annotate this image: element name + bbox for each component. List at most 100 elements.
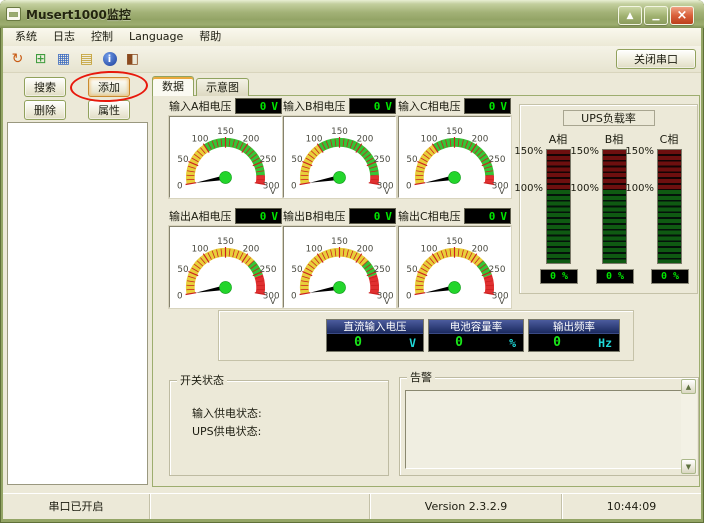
status-spacer — [151, 494, 370, 519]
svg-text:200: 200 — [357, 135, 374, 145]
svg-text:200: 200 — [472, 245, 489, 255]
load-bar-meter: 150% 100% — [602, 149, 627, 264]
search-button[interactable]: 搜索 — [24, 77, 66, 97]
app-window: Musert1000监控 ▲ ▁ × 系统 日志 控制 Language 帮助 … — [0, 0, 704, 523]
load-value-lcd: 0 % — [651, 269, 689, 284]
svg-text:250: 250 — [489, 155, 506, 165]
menu-system[interactable]: 系统 — [7, 28, 45, 46]
svg-text:V: V — [270, 186, 276, 196]
svg-text:V: V — [384, 186, 390, 196]
scroll-down-icon[interactable]: ▼ — [681, 459, 696, 474]
close-button[interactable]: × — [670, 6, 694, 25]
alarm-textarea[interactable] — [405, 390, 693, 469]
svg-text:0: 0 — [291, 181, 297, 191]
gauge-label: 输出B相电压 — [283, 208, 349, 224]
gauge-output-phase-a: 输出A相电压 0V 050100150200250300V — [169, 208, 282, 308]
svg-text:0: 0 — [177, 181, 183, 191]
svg-text:200: 200 — [243, 245, 260, 255]
report-icon[interactable]: ▤ — [76, 49, 97, 70]
dc-input-voltage-display: 直流输入电压 0V — [326, 319, 424, 352]
svg-text:150: 150 — [446, 237, 463, 247]
menu-language[interactable]: Language — [121, 28, 191, 46]
svg-text:250: 250 — [260, 155, 277, 165]
svg-text:V: V — [499, 296, 505, 306]
alarm-group: 告警 ▲ ▼ — [399, 377, 699, 476]
toolbar: ↻ ⊞ ▦ ▤ i ◧ 关闭串口 — [3, 46, 701, 73]
scroll-up-icon[interactable]: ▲ — [681, 379, 696, 394]
client-area: 系统 日志 控制 Language 帮助 ↻ ⊞ ▦ ▤ i ◧ 关闭串口 搜索… — [3, 28, 701, 519]
svg-text:0: 0 — [177, 291, 183, 301]
gauge-label: 输出C相电压 — [398, 208, 464, 224]
data-table-icon[interactable]: ▦ — [53, 49, 74, 70]
svg-text:150: 150 — [331, 127, 348, 137]
gauge-label: 输入C相电压 — [398, 98, 464, 114]
gauge-value-lcd: 0V — [235, 98, 282, 114]
gauge-value-lcd: 0V — [235, 208, 282, 224]
info-icon[interactable]: i — [99, 49, 120, 70]
svg-text:150: 150 — [331, 237, 348, 247]
gauge-value-lcd: 0V — [349, 98, 396, 114]
gauge-input-phase-b: 输入B相电压 0V 050100150200250300V — [283, 98, 396, 198]
maximize-button[interactable]: ▲ — [618, 6, 642, 25]
bar-red-zone — [658, 150, 681, 190]
gauge-label: 输入B相电压 — [283, 98, 349, 114]
tab-bar: 数据 示意图 — [152, 76, 251, 96]
add-button[interactable]: 添加 — [88, 77, 130, 97]
svg-text:100: 100 — [421, 135, 438, 145]
svg-text:250: 250 — [374, 155, 391, 165]
svg-text:250: 250 — [489, 265, 506, 275]
close-serial-button[interactable]: 关闭串口 — [616, 49, 696, 69]
properties-button[interactable]: 属性 — [88, 100, 130, 120]
load-value-lcd: 0 % — [540, 269, 578, 284]
serial-status: 串口已开启 — [3, 494, 150, 519]
gauge-input-phase-a: 输入A相电压 0V 050100150200250300V — [169, 98, 282, 198]
load-bar-phase-c: C相 150% 100% 0 % — [635, 131, 693, 284]
gauge-dial: 050100150200250300V — [284, 227, 395, 307]
svg-text:50: 50 — [291, 265, 302, 275]
gauge-value-lcd: 0V — [464, 98, 511, 114]
input-supply-status-row: 输入供电状态: — [192, 405, 388, 423]
tab-data[interactable]: 数据 — [152, 76, 194, 96]
gauge-label: 输出A相电压 — [169, 208, 235, 224]
svg-text:0: 0 — [291, 291, 297, 301]
gauge-dial: 050100150200250300V — [284, 117, 395, 197]
phase-label: B相 — [600, 131, 628, 145]
alarm-scrollbar[interactable]: ▲ ▼ — [681, 379, 697, 474]
bar-red-zone — [547, 150, 570, 190]
svg-text:200: 200 — [243, 135, 260, 145]
gauge-value-lcd: 0V — [349, 208, 396, 224]
status-bar: 串口已开启 Version 2.3.2.9 10:44:09 — [3, 493, 701, 519]
measurement-panel: 直流输入电压 0V 电池容量率 0% 输出频率 0Hz — [218, 310, 634, 361]
tab-schematic[interactable]: 示意图 — [196, 78, 249, 96]
svg-text:100: 100 — [421, 245, 438, 255]
data-tab-page: 输入A相电压 0V 050100150200250300V 输入B相电压 0V … — [152, 95, 700, 487]
delete-button[interactable]: 删除 — [24, 100, 66, 120]
title-bar: Musert1000监控 ▲ ▁ × — [0, 0, 704, 28]
svg-text:100: 100 — [306, 135, 323, 145]
svg-text:V: V — [270, 296, 276, 306]
svg-text:150: 150 — [217, 127, 234, 137]
phase-label: C相 — [655, 131, 683, 145]
bar-red-zone — [603, 150, 626, 190]
svg-text:50: 50 — [406, 265, 417, 275]
gauge-input-phase-c: 输入C相电压 0V 050100150200250300V — [398, 98, 511, 198]
menu-control[interactable]: 控制 — [83, 28, 121, 46]
gauge-label: 输入A相电压 — [169, 98, 235, 114]
menu-log[interactable]: 日志 — [45, 28, 83, 46]
bar-green-zone — [547, 190, 570, 263]
exit-icon[interactable]: ◧ — [122, 49, 143, 70]
bar-green-zone — [603, 190, 626, 263]
minimize-button[interactable]: ▁ — [644, 6, 668, 25]
window-title: Musert1000监控 — [26, 6, 131, 23]
gauge-dial: 050100150200250300V — [170, 117, 281, 197]
svg-text:250: 250 — [374, 265, 391, 275]
svg-text:200: 200 — [357, 245, 374, 255]
connect-icon[interactable]: ↻ — [7, 49, 28, 70]
svg-text:50: 50 — [291, 155, 302, 165]
add-device-icon[interactable]: ⊞ — [30, 49, 51, 70]
device-list[interactable] — [7, 122, 148, 485]
output-frequency-display: 输出频率 0Hz — [528, 319, 620, 352]
menu-help[interactable]: 帮助 — [191, 28, 229, 46]
load-bar-meter: 150% 100% — [546, 149, 571, 264]
svg-text:50: 50 — [406, 155, 417, 165]
